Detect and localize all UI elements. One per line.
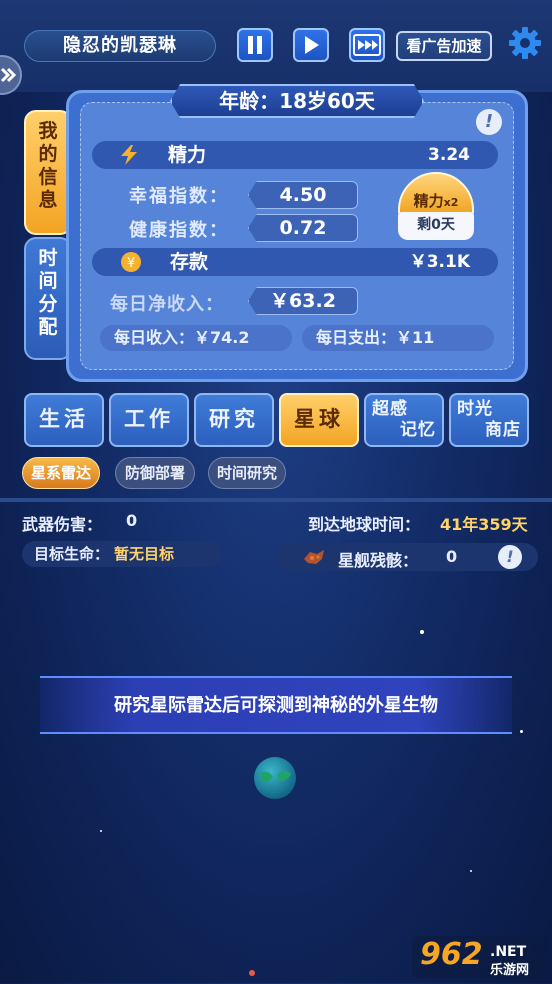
energy-boost-badge[interactable]: 精力x2 剩0天 bbox=[398, 172, 474, 240]
lightning-icon bbox=[121, 145, 137, 165]
tab-char: 的 bbox=[38, 143, 58, 165]
arrival-value: 41年359天 bbox=[440, 515, 528, 534]
wreckage-label: 星舰残骸： bbox=[338, 551, 419, 570]
divider bbox=[0, 498, 552, 502]
962-logo: 962 .NET 乐游网 bbox=[412, 936, 548, 978]
watermark-logo: 962 .NET 乐游网 bbox=[412, 934, 548, 980]
net-income-value: ￥63.2 bbox=[248, 287, 358, 315]
earth-planet-icon[interactable] bbox=[252, 755, 298, 801]
tab-time-shop[interactable]: 时光 商店 bbox=[449, 393, 529, 447]
settings-button[interactable] bbox=[508, 26, 542, 60]
watch-ad-speedup-button[interactable]: 看广告加速 bbox=[396, 31, 492, 61]
net-income-label: 每日净收入： bbox=[110, 294, 224, 315]
coin-icon: ¥ bbox=[121, 252, 141, 272]
star bbox=[520, 730, 523, 733]
tab-line: 时光 bbox=[457, 399, 493, 419]
happiness-label: 幸福指数： bbox=[129, 186, 229, 207]
star bbox=[470, 870, 472, 872]
svg-text:¥: ¥ bbox=[127, 256, 135, 271]
pause-button[interactable] bbox=[237, 28, 273, 62]
age-banner: 年龄：18岁60天 bbox=[170, 84, 424, 118]
tab-time-allocation[interactable]: 时 间 分 配 bbox=[24, 237, 72, 360]
tab-char: 分 bbox=[38, 293, 58, 315]
help-button[interactable]: ! bbox=[476, 109, 502, 135]
energy-row: 精力 3.24 bbox=[92, 141, 498, 169]
energy-boost-title: 精力x2 bbox=[398, 172, 474, 216]
tab-char: 配 bbox=[38, 316, 58, 338]
tab-life[interactable]: 生活 bbox=[24, 393, 104, 447]
help-icon: ! bbox=[506, 547, 514, 566]
fast-forward-icon bbox=[353, 34, 381, 56]
gear-icon bbox=[509, 27, 541, 59]
target-life-value: 暂无目标 bbox=[114, 545, 175, 563]
tab-line: 超感 bbox=[372, 399, 408, 419]
happiness-value: 4.50 bbox=[248, 181, 358, 209]
wreckage-value: 0 bbox=[446, 547, 458, 566]
energy-boost-remaining: 剩0天 bbox=[398, 212, 474, 240]
savings-label: 存款 bbox=[170, 251, 209, 273]
subtab-time-research[interactable]: 时间研究 bbox=[208, 457, 286, 489]
subtab-galaxy-radar[interactable]: 星系雷达 bbox=[22, 457, 100, 489]
svg-text:乐游网: 乐游网 bbox=[490, 962, 529, 978]
target-life-pill: 目标生命： 暂无目标 bbox=[22, 541, 222, 567]
weapon-damage-label: 武器伤害： bbox=[22, 515, 103, 534]
wreckage-help-button[interactable]: ! bbox=[498, 545, 522, 569]
arrival-label: 到达地球时间： bbox=[308, 515, 421, 534]
page-dot bbox=[249, 970, 255, 976]
expand-arrow-button[interactable] bbox=[0, 55, 22, 95]
star bbox=[100, 830, 102, 832]
tab-char: 我 bbox=[38, 120, 58, 142]
target-life-label: 目标生命： bbox=[34, 545, 110, 563]
fast-forward-button[interactable] bbox=[349, 28, 385, 62]
health-label: 健康指数： bbox=[129, 220, 229, 241]
energy-boost-label: 精力 bbox=[413, 192, 444, 210]
star bbox=[420, 630, 424, 634]
tab-char: 时 bbox=[38, 247, 58, 269]
energy-boost-multiplier: x2 bbox=[443, 196, 459, 209]
pause-icon bbox=[248, 36, 262, 54]
play-button[interactable] bbox=[293, 28, 329, 62]
tab-super-memory[interactable]: 超感 记忆 bbox=[364, 393, 444, 447]
play-icon bbox=[305, 36, 319, 54]
subtab-defense-deploy[interactable]: 防御部署 bbox=[115, 457, 195, 489]
daily-income: 每日收入：￥74.2 bbox=[100, 325, 292, 351]
savings-row: ¥ 存款 ￥3.1K bbox=[92, 248, 498, 276]
tab-research[interactable]: 研究 bbox=[194, 393, 274, 447]
tab-char: 息 bbox=[38, 189, 58, 211]
wreckage-pill: 星舰残骸： 0 ! bbox=[276, 543, 538, 571]
tab-line: 商店 bbox=[485, 420, 521, 440]
weapon-damage-value: 0 bbox=[126, 511, 138, 530]
tab-char: 间 bbox=[38, 270, 58, 292]
tab-my-info[interactable]: 我 的 信 息 bbox=[24, 110, 72, 235]
savings-value: ￥3.1K bbox=[409, 252, 470, 272]
energy-value: 3.24 bbox=[428, 145, 470, 165]
radar-hint-message: 研究星际雷达后可探测到神秘的外星生物 bbox=[40, 676, 512, 734]
tab-work[interactable]: 工作 bbox=[109, 393, 189, 447]
double-chevron-right-icon bbox=[0, 67, 17, 83]
energy-label: 精力 bbox=[168, 144, 207, 166]
player-name: 隐忍的凯瑟琳 bbox=[24, 30, 216, 62]
health-value: 0.72 bbox=[248, 214, 358, 242]
wreckage-icon bbox=[304, 550, 324, 564]
svg-text:962: 962 bbox=[420, 937, 483, 972]
tab-planet[interactable]: 星球 bbox=[279, 393, 359, 447]
help-icon: ! bbox=[484, 111, 494, 132]
tab-char: 信 bbox=[38, 166, 58, 188]
svg-text:.NET: .NET bbox=[490, 944, 527, 960]
tab-line: 记忆 bbox=[400, 420, 436, 440]
daily-expense: 每日支出：￥11 bbox=[302, 325, 494, 351]
